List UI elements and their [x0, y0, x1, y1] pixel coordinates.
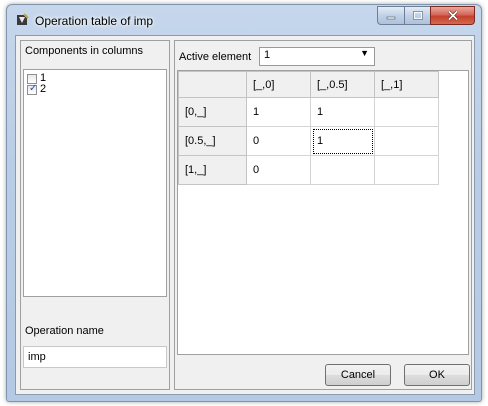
cancel-button[interactable]: Cancel: [325, 364, 391, 386]
component-checkbox-2[interactable]: ✓: [27, 82, 38, 95]
grid-cell[interactable]: 0: [246, 126, 311, 156]
components-header: Components in columns: [25, 45, 144, 57]
row-header[interactable]: [0.5,_]: [178, 126, 247, 156]
grid-cell[interactable]: [374, 97, 439, 127]
row-header[interactable]: [0,_]: [178, 97, 247, 127]
column-header[interactable]: [_,1]: [374, 71, 439, 98]
grid-cell[interactable]: [310, 155, 375, 185]
components-list[interactable]: 1 ✓ 2: [23, 69, 167, 297]
grid-cell-focused[interactable]: 1: [310, 126, 375, 156]
component-label-2: 2: [40, 83, 47, 95]
active-element-label: Active element: [179, 51, 252, 63]
grid-corner-cell: [178, 71, 247, 98]
active-element-value: 1: [264, 49, 271, 61]
grid-cell[interactable]: 0: [246, 155, 311, 185]
ok-button[interactable]: OK: [404, 364, 470, 386]
operation-table: [_,0] [_,0.5] [_,1] [0,_] 1 1 [0.5,_] 0 …: [178, 71, 439, 185]
active-element-select[interactable]: 1 ▼: [259, 47, 375, 66]
table-row: [0.5,_] 0 1: [178, 126, 439, 156]
row-header[interactable]: [1,_]: [178, 155, 247, 185]
close-icon: [447, 10, 458, 21]
column-header[interactable]: [_,0]: [246, 71, 311, 98]
minimize-icon: [386, 16, 396, 19]
maximize-button[interactable]: [404, 6, 430, 25]
grid-cell[interactable]: 1: [246, 97, 311, 127]
grid-cell[interactable]: [374, 126, 439, 156]
title-bar[interactable]: Operation table of imp: [7, 5, 481, 35]
operation-name-input[interactable]: imp: [23, 346, 167, 368]
operation-name-label: Operation name: [25, 325, 104, 337]
table-row: [0,_] 1 1: [178, 97, 439, 127]
chevron-down-icon[interactable]: ▼: [360, 48, 369, 58]
component-item-2[interactable]: ✓ 2: [24, 82, 166, 95]
dialog-client: Components in columns 1 ✓ 2 Operation na…: [15, 35, 475, 395]
components-panel: Components in columns 1 ✓ 2 Operation na…: [20, 40, 170, 390]
close-button[interactable]: [430, 6, 475, 25]
grid-cell[interactable]: [374, 155, 439, 185]
maximize-icon: [412, 11, 423, 20]
app-icon: [17, 13, 29, 25]
minimize-button[interactable]: [377, 6, 404, 25]
operation-grid[interactable]: [_,0] [_,0.5] [_,1] [0,_] 1 1 [0.5,_] 0 …: [177, 70, 469, 355]
grid-cell[interactable]: 1: [310, 97, 375, 127]
column-header[interactable]: [_,0.5]: [310, 71, 375, 98]
table-row: [1,_] 0: [178, 155, 439, 185]
window-title: Operation table of imp: [35, 14, 154, 28]
check-icon: ✓: [29, 82, 38, 94]
dialog-window: Operation table of imp Components in col…: [6, 4, 482, 402]
operation-table-panel: Active element 1 ▼ [_,0] [_,0.5] [_,1] […: [174, 40, 472, 390]
